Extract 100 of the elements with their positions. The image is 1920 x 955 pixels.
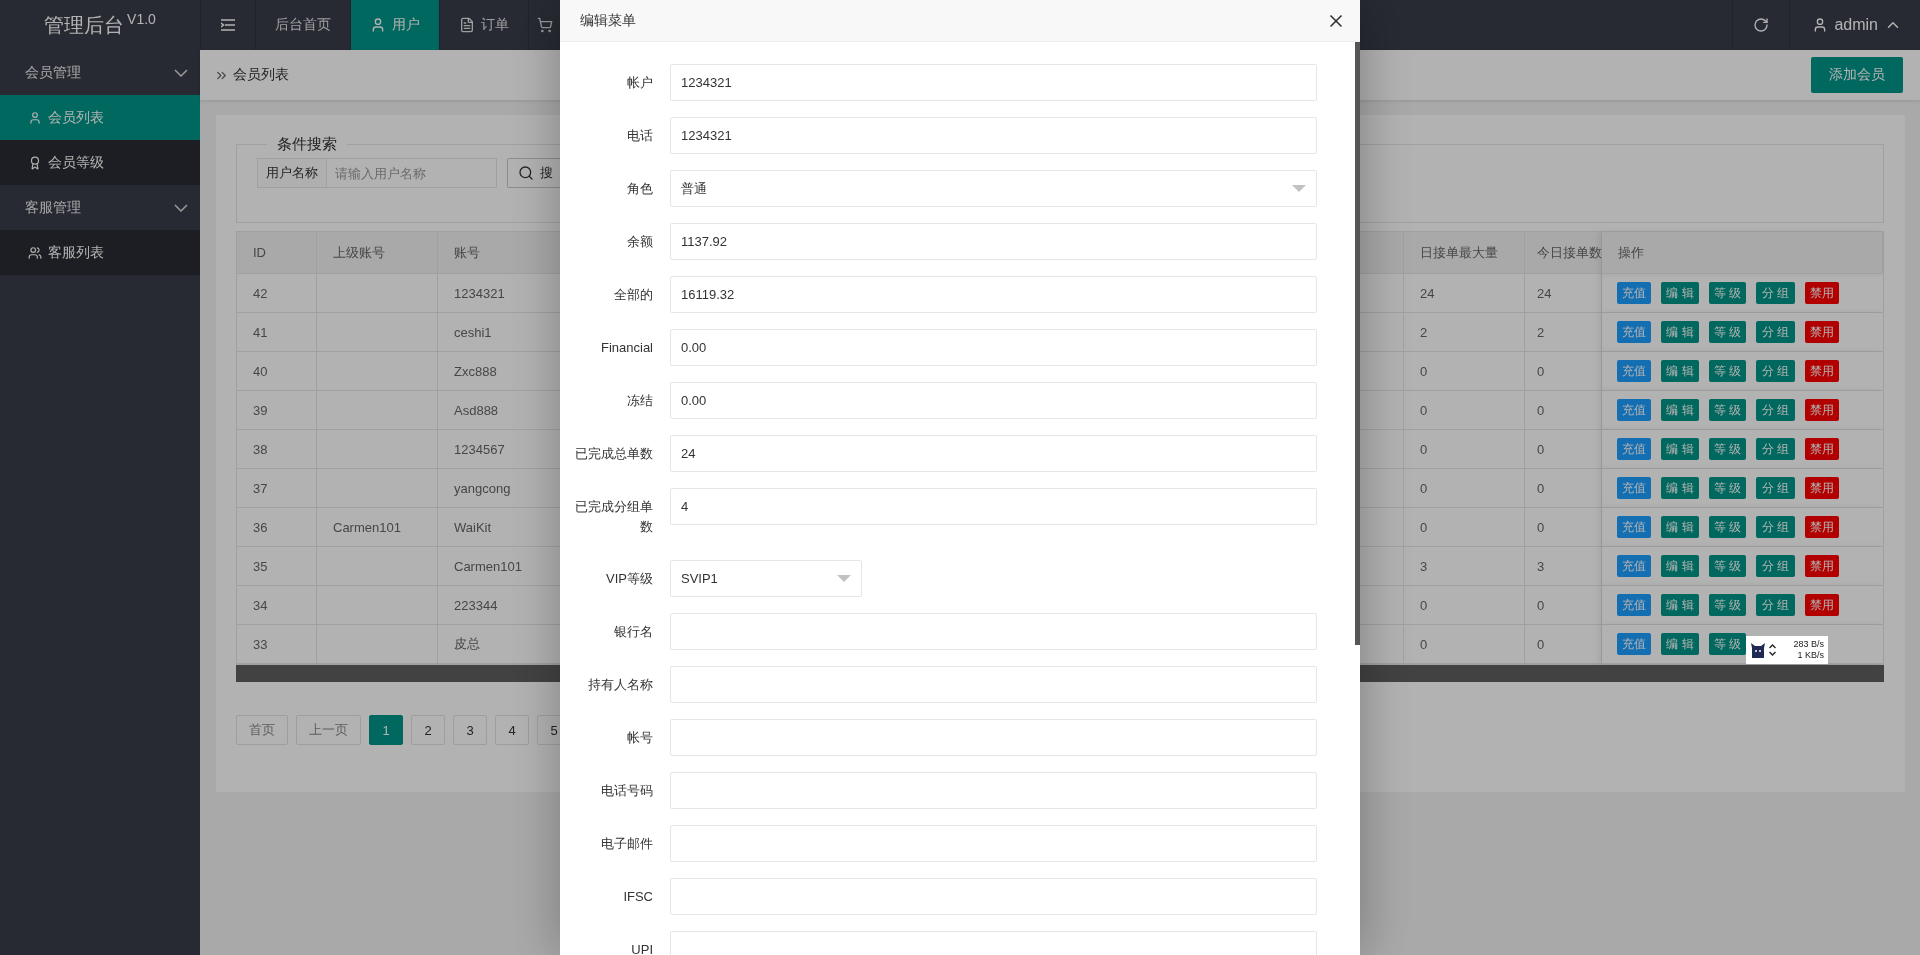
table-cell: 42 (237, 274, 317, 313)
nav-tab[interactable]: 用户 (351, 0, 440, 50)
select-field[interactable]: 普通 (670, 170, 1317, 207)
action-button[interactable]: 等 级 (1709, 438, 1746, 460)
action-button[interactable]: 编 辑 (1661, 282, 1699, 304)
table-cell: 39 (237, 391, 317, 430)
action-button[interactable]: 禁用 (1805, 321, 1839, 343)
action-button[interactable]: 分 组 (1756, 555, 1795, 577)
table-cell: 35 (237, 547, 317, 586)
field-label: UPI (630, 941, 653, 955)
app-title: 管理后台$^{V1.0}$ (44, 11, 156, 38)
column-header: 今日接单数 (1525, 232, 1602, 274)
action-button[interactable]: 充值 (1617, 477, 1651, 499)
action-button[interactable]: 充值 (1617, 399, 1651, 421)
table-cell: 24 (1404, 274, 1525, 313)
action-button[interactable]: 禁用 (1805, 516, 1839, 538)
add-member-button[interactable]: 添加会员 (1811, 57, 1903, 93)
action-button[interactable]: 等 级 (1709, 282, 1746, 304)
field-label: 已完成总单数 (574, 445, 653, 463)
action-button[interactable]: 分 组 (1756, 399, 1795, 421)
action-button[interactable]: 等 级 (1709, 633, 1746, 655)
input-field[interactable]: 4 (670, 488, 1317, 525)
page-button[interactable]: 3 (453, 715, 487, 745)
action-button[interactable]: 分 组 (1756, 282, 1795, 304)
action-button[interactable]: 禁用 (1805, 282, 1839, 304)
field-label: 余额 (626, 233, 653, 251)
action-button[interactable]: 等 级 (1709, 594, 1746, 616)
input-field[interactable]: 24 (670, 435, 1317, 472)
table-cell: 0 (1404, 469, 1525, 508)
action-button[interactable]: 等 级 (1709, 477, 1746, 499)
action-button[interactable]: 分 组 (1756, 594, 1795, 616)
action-button[interactable]: 编 辑 (1661, 477, 1699, 499)
input-field[interactable]: 0.00 (670, 382, 1317, 419)
sidebar-group[interactable]: 客服管理 (0, 185, 200, 230)
speed-text: 283 B/s (1793, 639, 1824, 650)
action-button[interactable]: 充值 (1617, 360, 1651, 382)
field-label: 电话 (626, 127, 653, 145)
action-button[interactable]: 禁用 (1805, 477, 1839, 499)
action-button[interactable]: 编 辑 (1661, 399, 1699, 421)
field-label: IFSC (622, 888, 653, 906)
input-field[interactable]: 0.00 (670, 329, 1317, 366)
action-button[interactable]: 编 辑 (1661, 555, 1699, 577)
action-button[interactable]: 编 辑 (1661, 321, 1699, 343)
action-button[interactable]: 编 辑 (1661, 594, 1699, 616)
action-button[interactable]: 编 辑 (1661, 438, 1699, 460)
search-panel-title: 条件搜索 (276, 135, 338, 154)
action-button[interactable]: 编 辑 (1661, 360, 1699, 382)
sidebar-group[interactable]: 会员管理 (0, 50, 200, 95)
action-button[interactable]: 充值 (1617, 594, 1651, 616)
action-button[interactable]: 分 组 (1756, 438, 1795, 460)
action-button[interactable]: 充值 (1617, 516, 1651, 538)
username-input[interactable]: 请输入用户名称 (327, 158, 497, 188)
column-header: 上级账号 (317, 232, 438, 274)
sidebar-item[interactable]: 会员等级 (0, 140, 200, 185)
speed-text: 1 KB/s (1797, 650, 1824, 661)
table-cell: Carmen101 (317, 508, 438, 547)
input-field[interactable]: 1234321 (670, 117, 1317, 154)
table-cell: 41 (237, 313, 317, 352)
input-field[interactable]: 16119.32 (670, 276, 1317, 313)
user-menu-button[interactable]: admin (1790, 0, 1920, 50)
table-cell: 38 (237, 430, 317, 469)
action-button[interactable]: 充值 (1617, 633, 1651, 655)
page-button[interactable]: 2 (411, 715, 445, 745)
action-button[interactable]: 分 组 (1756, 477, 1795, 499)
action-button[interactable]: 编 辑 (1661, 633, 1699, 655)
action-button[interactable]: 禁用 (1805, 399, 1839, 421)
action-button[interactable]: 等 级 (1709, 321, 1746, 343)
action-button[interactable]: 分 组 (1756, 321, 1795, 343)
action-button[interactable]: 分 组 (1756, 360, 1795, 382)
table-cell: 2 (1404, 313, 1525, 352)
input-field[interactable]: 1234321 (670, 64, 1317, 101)
input-field[interactable]: 1137.92 (670, 223, 1317, 260)
table-cell: 0 (1404, 430, 1525, 469)
action-button[interactable]: 充值 (1617, 321, 1651, 343)
action-button[interactable]: 等 级 (1709, 399, 1746, 421)
field-label: 帐号 (626, 729, 653, 747)
action-button[interactable]: 禁用 (1805, 360, 1839, 382)
action-button[interactable]: 等 级 (1709, 360, 1746, 382)
action-button[interactable]: 编 辑 (1661, 516, 1699, 538)
select-field[interactable]: SVIP1 (670, 560, 862, 597)
table-cell: 0 (1404, 508, 1525, 547)
action-button[interactable]: 禁用 (1805, 438, 1839, 460)
field-label: VIP等级 (605, 570, 653, 588)
table-cell: 0 (1404, 352, 1525, 391)
action-button[interactable]: 充值 (1617, 555, 1651, 577)
page-button[interactable]: 4 (495, 715, 529, 745)
page-button[interactable]: 1 (369, 715, 403, 745)
action-button[interactable]: 充值 (1617, 438, 1651, 460)
action-button[interactable]: 等 级 (1709, 555, 1746, 577)
field-label: 角色 (626, 180, 653, 198)
sidebar-item[interactable]: 会员列表 (0, 95, 200, 140)
field-label: 持有人名称 (587, 676, 653, 694)
action-button[interactable]: 充值 (1617, 282, 1651, 304)
dialog-title: 编辑菜单 (580, 11, 636, 30)
action-button[interactable]: 分 组 (1756, 516, 1795, 538)
sidebar-item[interactable]: 客服列表 (0, 230, 200, 275)
action-button[interactable]: 禁用 (1805, 594, 1839, 616)
action-button[interactable]: 禁用 (1805, 555, 1839, 577)
action-button[interactable]: 等 级 (1709, 516, 1746, 538)
breadcrumb-text: 会员列表 (233, 66, 289, 84)
